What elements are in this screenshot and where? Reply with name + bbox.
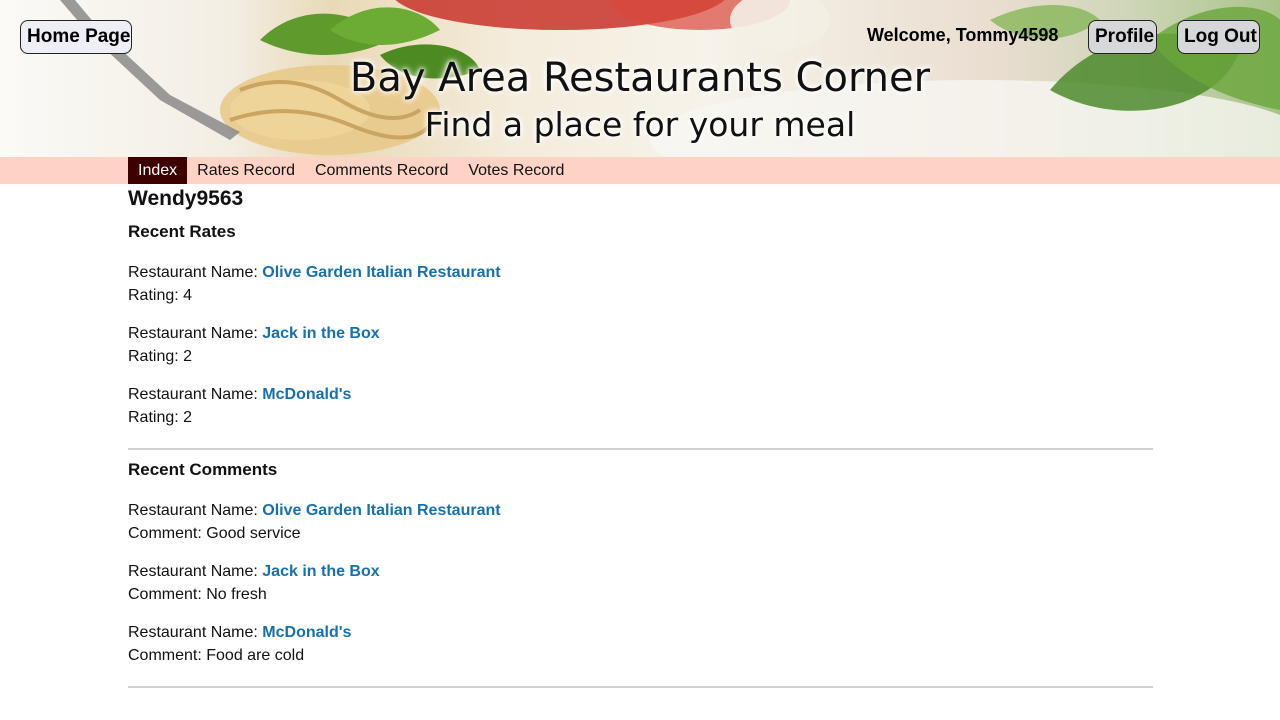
nav-tabs: Index Rates Record Comments Record Votes…	[128, 157, 574, 184]
welcome-text: Welcome, Tommy4598	[867, 25, 1059, 45]
comment-entry: Restaurant Name: Jack in the Box Comment…	[128, 560, 1153, 606]
comment-label: Comment:	[128, 586, 207, 603]
home-page-button[interactable]: Home Page	[20, 20, 132, 54]
restaurant-name-label: Restaurant Name:	[128, 264, 263, 281]
section-divider	[128, 686, 1153, 688]
restaurant-link[interactable]: Jack in the Box	[262, 563, 379, 580]
comment-entry: Restaurant Name: McDonald's Comment: Foo…	[128, 621, 1153, 667]
comment-entry: Restaurant Name: Olive Garden Italian Re…	[128, 499, 1153, 545]
recent-rates-title: Recent Rates	[128, 222, 236, 241]
site-subtitle: Find a place for your meal	[424, 105, 856, 144]
rate-entry: Restaurant Name: McDonald's Rating: 2	[128, 383, 1153, 429]
profile-username: Wendy9563	[128, 187, 244, 210]
rating-label: Rating:	[128, 348, 184, 365]
comment-text: Good service	[206, 525, 301, 542]
main-content: Wendy9563 Recent Rates Restaurant Name: …	[128, 184, 1153, 688]
recent-comments-title: Recent Comments	[128, 460, 278, 479]
comment-label: Comment:	[128, 525, 207, 542]
rating-value: 2	[183, 409, 193, 426]
restaurant-name-label: Restaurant Name:	[128, 325, 263, 342]
restaurant-name-label: Restaurant Name:	[128, 502, 263, 519]
rating-label: Rating:	[128, 409, 184, 426]
comment-label: Comment:	[128, 647, 207, 664]
restaurant-link[interactable]: Olive Garden Italian Restaurant	[262, 502, 500, 519]
comment-text: Food are cold	[206, 647, 305, 664]
rate-entry: Restaurant Name: Olive Garden Italian Re…	[128, 261, 1153, 307]
rating-value: 2	[183, 348, 193, 365]
tab-votes-record[interactable]: Votes Record	[458, 157, 574, 184]
restaurant-name-label: Restaurant Name:	[128, 563, 263, 580]
restaurant-link[interactable]: Olive Garden Italian Restaurant	[262, 264, 500, 281]
tab-comments-record[interactable]: Comments Record	[305, 157, 458, 184]
nav-bar: Index Rates Record Comments Record Votes…	[0, 157, 1280, 184]
restaurant-name-label: Restaurant Name:	[128, 386, 263, 403]
tab-rates-record[interactable]: Rates Record	[187, 157, 305, 184]
tab-index[interactable]: Index	[128, 157, 188, 184]
rate-entry: Restaurant Name: Jack in the Box Rating:…	[128, 322, 1153, 368]
comment-text: No fresh	[206, 586, 267, 603]
restaurant-link[interactable]: McDonald's	[262, 624, 351, 641]
restaurant-name-label: Restaurant Name:	[128, 624, 263, 641]
log-out-button[interactable]: Log Out	[1177, 20, 1260, 54]
restaurant-link[interactable]: Jack in the Box	[262, 325, 379, 342]
restaurant-link[interactable]: McDonald's	[262, 386, 351, 403]
profile-button[interactable]: Profile	[1088, 20, 1157, 54]
header-banner: Home Page Welcome, Tommy4598 Profile Log…	[0, 0, 1280, 157]
site-title: Bay Area Restaurants Corner	[349, 55, 931, 101]
rating-label: Rating:	[128, 287, 184, 304]
rating-value: 4	[183, 287, 193, 304]
